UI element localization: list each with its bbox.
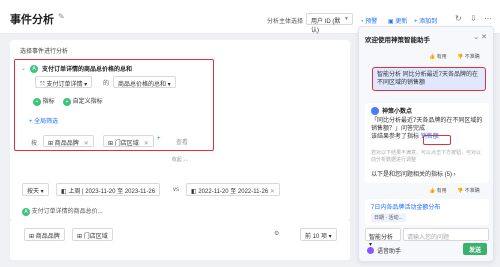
rows-select[interactable]: 前 10 项 ▾ <box>300 228 337 241</box>
bot-name-row: 神策小数点 <box>371 106 412 115</box>
alert-button[interactable]: ◔ 预警 <box>360 16 377 25</box>
compare-date-range[interactable]: ◧ 2022-11-20 至 2022-11-26 ✕ <box>186 183 280 196</box>
subject-select[interactable]: 用户 ID (默认) ▼ <box>306 13 353 34</box>
global-filter-button[interactable]: + 全局筛选 <box>29 116 58 125</box>
of-label: 的 <box>103 81 110 87</box>
metric-button[interactable]: + 指标 <box>33 96 55 106</box>
measure-select[interactable]: 商品总价格的总和 ▾ <box>113 76 176 88</box>
subject-value: 用户 ID (默认) <box>311 19 341 34</box>
voice-icon <box>367 247 374 254</box>
more-icon[interactable]: ⋯ <box>484 14 492 23</box>
collapse-icon[interactable]: ⌄ <box>21 65 26 72</box>
update-button[interactable]: ▣ 更新 <box>388 16 407 25</box>
dislike-button[interactable]: 👎 不准确 <box>457 53 480 60</box>
chevron-down-icon: ▼ <box>344 16 349 22</box>
suggestion-tag: 日期 · 活动... <box>371 213 406 222</box>
page-title: 事件分析 <box>10 14 54 26</box>
group-by-pill[interactable]: ⊞ 商品品牌 ✕ <box>43 135 94 147</box>
metric-line: A 支付订单详情的商品总价... <box>22 206 103 216</box>
question-input[interactable]: 请输入您的问题 <box>403 228 489 241</box>
send-button[interactable]: 发送 <box>463 243 487 255</box>
input-row: 智能分析 ▾ 请输入您的问题 <box>365 228 489 248</box>
edit-icon[interactable]: ✎ <box>58 12 65 21</box>
related-metrics[interactable]: 以下是和您问题相关的指标 (5) › <box>371 169 456 178</box>
settings-icon[interactable]: ⚙ <box>274 230 279 237</box>
group-by-label: 按 <box>31 141 38 147</box>
close-icon: ✕ <box>83 141 89 147</box>
mode-select[interactable]: 智能分析 ▾ <box>365 228 401 248</box>
assistant-title: 欢迎使用神策智能助手 <box>365 37 430 44</box>
like-button[interactable]: 👍 有用 <box>429 53 447 60</box>
collapse-toggle[interactable]: 收起 ︿ <box>10 156 350 163</box>
panel-icons[interactable]: ⌄ ✕ <box>473 33 487 41</box>
vs-label: vs <box>173 187 179 193</box>
suggestion-card[interactable]: 7日内各品牌活动金额分布 日期 · 活动... <box>365 199 489 225</box>
event-title-row: ⌄ A 支付订单详情的商品总价格的总和 <box>21 64 132 73</box>
close-icon: ✕ <box>143 141 149 147</box>
more-label[interactable]: 查看 <box>176 137 188 146</box>
dislike-button[interactable]: 👎 不准确 <box>457 187 480 194</box>
event-title: 支付订单详情的商品总价格的总和 <box>42 67 133 73</box>
subject-label: 分析主体选择 <box>267 19 304 25</box>
current-date-range[interactable]: ◧ 上周 | 2023-11-20 至 2023-11-26 <box>56 183 161 196</box>
highlight-box <box>423 135 451 145</box>
assistant-panel: 欢迎使用神策智能助手 ⌄ ✕ 👍 有用 👎 不准确 智能分析 同比分析最近7天各… <box>358 26 494 262</box>
granularity-select[interactable]: 按天 ▾ <box>22 183 49 196</box>
avatar <box>371 106 379 115</box>
custom-metric-button[interactable]: + 自定义指标 <box>63 96 103 106</box>
collapse-panel-icon: ⌄ <box>473 34 480 41</box>
close-icon: ✕ <box>481 34 487 41</box>
dim-chip[interactable]: ⊞ 商品品牌 <box>24 228 65 241</box>
event-select[interactable]: ⤧ 支付订单详情 ▾ <box>35 76 93 88</box>
suggestion-title: 7日内各品牌活动金额分布 <box>371 205 441 211</box>
result-card: ⊞ 商品品牌 ⊞ 门店区域 前 10 项 ▾ ⚙ <box>10 220 350 260</box>
bot-message: 神策小数点 「同比分析最近7天各品牌的在不同区域的销售额？」问答完成 该结果参考… <box>365 103 489 183</box>
voice-assistant-button[interactable]: 语音助手 <box>367 246 401 255</box>
refresh-icon[interactable]: ↻ <box>455 14 462 23</box>
download-icon[interactable]: ⇩ <box>470 14 477 23</box>
event-badge-icon: A <box>30 64 39 73</box>
faded-hint: 若对以下结果不满意，可以点击下方按钮，可对以前分析数据进行调整 <box>371 150 482 163</box>
user-message: 智能分析 同比分析最近7天各品牌的在不同区域的销售额 <box>372 67 486 91</box>
add-to-button[interactable]: + 添加到 <box>414 16 437 25</box>
like-button[interactable]: 👍 有用 <box>429 187 447 194</box>
dim-chip[interactable]: ⊞ 门店区域 <box>72 228 113 241</box>
group-by-pill[interactable]: ⊞ 门店区域 ✕ <box>103 135 154 147</box>
add-group-icon[interactable]: + <box>157 136 161 142</box>
section-label: 选择事件进行分析 <box>20 49 69 55</box>
